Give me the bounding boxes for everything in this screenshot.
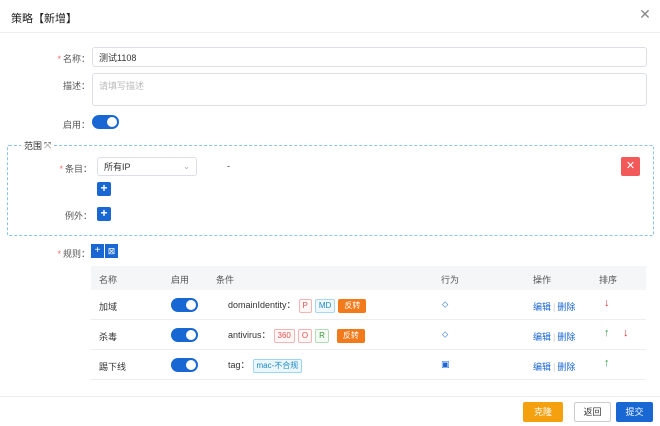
clone-button[interactable]: 克隆 xyxy=(523,402,563,422)
rule-condition: domainIdentity： P MD 反转 xyxy=(228,298,367,313)
invert-badge: 反转 xyxy=(336,328,365,343)
col-action: 行为 xyxy=(441,275,460,285)
entry-dash: - xyxy=(227,161,230,171)
entry-label: * 条目： xyxy=(59,164,92,174)
tag-icon[interactable]: ⬦ xyxy=(442,299,448,310)
move-up-icon[interactable]: ↑ xyxy=(604,327,610,339)
col-sort: 排序 xyxy=(599,275,618,285)
name-input[interactable]: 测试1108 xyxy=(92,47,647,67)
table-header: 名称 启用 条件 行为 操作 排序 xyxy=(91,266,646,290)
rule-condition: antivirus： 360 O R 反转 xyxy=(228,328,365,343)
invert-badge: 反转 xyxy=(338,298,367,313)
edit-link[interactable]: 编辑 xyxy=(533,362,551,372)
rule-name: 踢下线 xyxy=(99,362,127,372)
rule-enable-toggle[interactable] xyxy=(171,298,198,312)
rule-name: 杀毒 xyxy=(99,332,118,342)
description-label: 描述： xyxy=(62,81,90,91)
rules-label: * 规则： xyxy=(57,249,90,259)
delete-link[interactable]: 删除 xyxy=(557,332,575,342)
table-row: 杀毒 antivirus： 360 O R 反转 ⬦ 编辑 | 删除 ↑ ↓ xyxy=(91,320,646,350)
condition-key: domainIdentity： xyxy=(228,300,296,310)
rules-toolbar: + ⊠ xyxy=(91,244,118,258)
condition-tag: R xyxy=(315,328,329,343)
dialog-title: 策略【新增】 xyxy=(11,13,77,25)
condition-tag: 360 xyxy=(273,328,295,343)
col-condition: 条件 xyxy=(216,275,235,285)
condition-key: tag： xyxy=(228,360,250,370)
back-button[interactable]: 返回 xyxy=(574,402,611,422)
add-entry-button[interactable]: + xyxy=(97,182,111,196)
move-down-icon[interactable]: ↓ xyxy=(604,297,610,309)
dialog-header: 策略【新增】 ✕ xyxy=(0,0,660,33)
dialog-footer xyxy=(0,396,660,397)
chevron-down-icon: ⌄ xyxy=(183,162,190,171)
entry-select-value: 所有IP xyxy=(104,162,131,172)
enable-toggle[interactable] xyxy=(92,115,119,129)
rule-operations: 编辑 | 删除 xyxy=(533,332,576,342)
scope-title: 范围 ⤧ xyxy=(21,139,55,152)
scope-title-text: 范围 xyxy=(24,141,43,151)
tag-icon[interactable]: ⬦ xyxy=(442,329,448,340)
condition-key: antivirus： xyxy=(228,330,271,340)
table-row: 加域 domainIdentity： P MD 反转 ⬦ 编辑 | 删除 ↓ xyxy=(91,290,646,320)
description-textarea[interactable]: 请填写描述 xyxy=(92,73,647,106)
col-name: 名称 xyxy=(99,275,118,285)
condition-tag: MD xyxy=(314,298,336,313)
delete-link[interactable]: 删除 xyxy=(557,302,575,312)
add-exception-button[interactable]: + xyxy=(97,207,111,221)
except-label: 例外： xyxy=(64,211,92,221)
entry-select[interactable]: 所有IP ⌄ xyxy=(97,157,197,176)
expand-icon[interactable]: ⤧ xyxy=(44,140,51,151)
col-enabled: 启用 xyxy=(171,275,190,285)
condition-tag: mac-不合规 xyxy=(252,358,303,373)
enable-label: 启用： xyxy=(62,120,90,130)
table-row: 踢下线 tag： mac-不合规 ▣ 编辑 | 删除 ↑ xyxy=(91,350,646,380)
add-rule-button[interactable]: + xyxy=(91,244,105,258)
rule-condition: tag： mac-不合规 xyxy=(228,358,303,373)
condition-tag: P xyxy=(298,298,312,313)
rule-name: 加域 xyxy=(99,302,118,312)
excel-icon[interactable]: ⊠ xyxy=(105,244,118,258)
move-down-icon[interactable]: ↓ xyxy=(623,327,629,339)
rule-operations: 编辑 | 删除 xyxy=(533,362,576,372)
edit-link[interactable]: 编辑 xyxy=(533,302,551,312)
rule-operations: 编辑 | 删除 xyxy=(533,302,576,312)
name-label: * 名称： xyxy=(57,54,90,64)
submit-button[interactable]: 提交 xyxy=(616,402,653,422)
delete-link[interactable]: 删除 xyxy=(557,362,575,372)
close-icon[interactable]: ✕ xyxy=(638,6,652,22)
rule-enable-toggle[interactable] xyxy=(171,328,198,342)
move-up-icon[interactable]: ↑ xyxy=(604,357,610,369)
image-icon[interactable]: ▣ xyxy=(441,359,450,370)
col-operation: 操作 xyxy=(533,275,552,285)
delete-entry-button[interactable]: ✕ xyxy=(621,157,640,176)
rule-enable-toggle[interactable] xyxy=(171,358,198,372)
edit-link[interactable]: 编辑 xyxy=(533,332,551,342)
condition-tag: O xyxy=(297,328,313,343)
